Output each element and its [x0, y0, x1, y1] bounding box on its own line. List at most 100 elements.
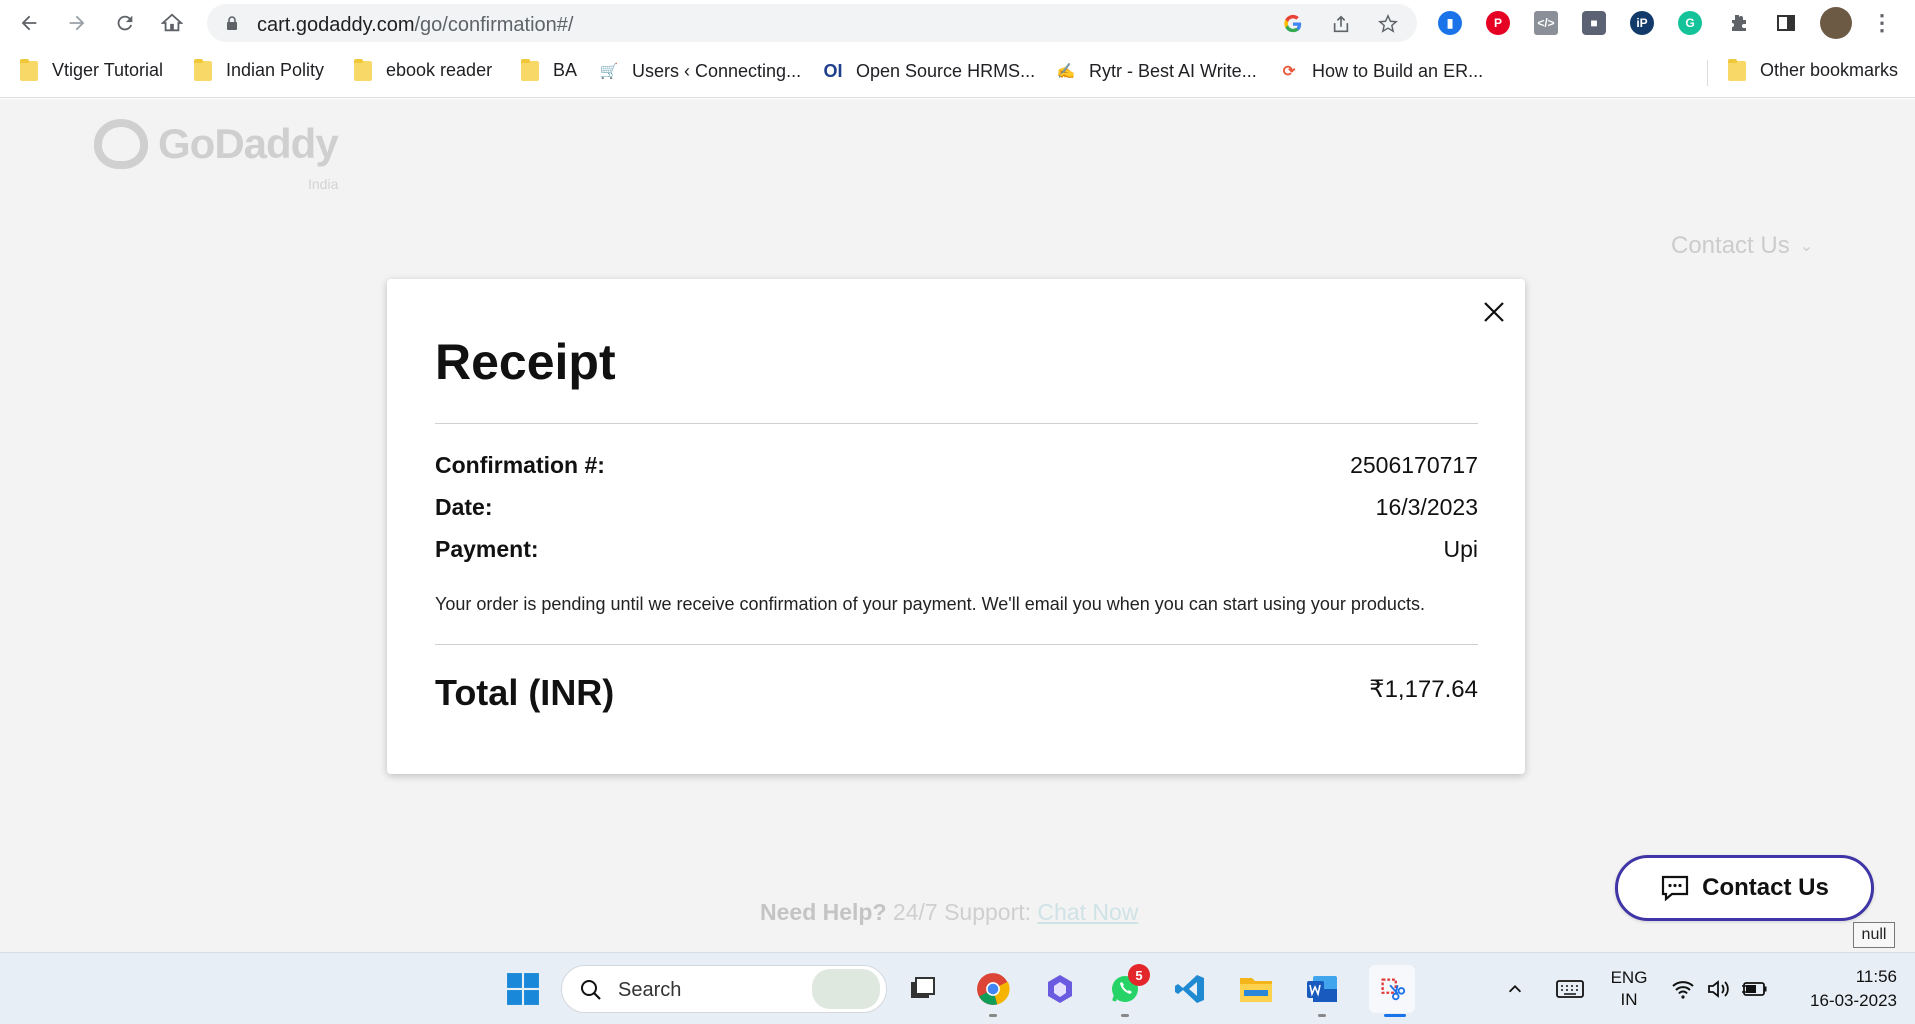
folder-icon — [1728, 58, 1746, 81]
bookmark-users-connecting[interactable]: 🛒 Users ‹ Connecting... — [598, 60, 801, 82]
bookmark-rytr[interactable]: ✍ Rytr - Best AI Write... — [1055, 60, 1257, 82]
help-prefix: Need Help? — [760, 899, 887, 925]
copilot-icon[interactable] — [1040, 969, 1080, 1009]
bookmark-open-source-hrms[interactable]: OI Open Source HRMS... — [822, 60, 1035, 82]
pen-hand-icon: ✍ — [1056, 63, 1076, 80]
payment-label: Payment: — [435, 536, 539, 562]
folder-icon — [20, 58, 38, 81]
side-panel-icon[interactable] — [1774, 11, 1798, 35]
back-icon[interactable] — [14, 8, 44, 38]
windows-start-icon[interactable] — [503, 969, 543, 1009]
grammarly-icon[interactable]: G — [1678, 11, 1702, 35]
folder-icon — [354, 58, 372, 81]
bookmarks-separator — [1707, 60, 1708, 86]
folder-icon — [194, 58, 212, 81]
task-view-icon[interactable] — [903, 969, 943, 1009]
home-icon[interactable] — [157, 8, 187, 38]
help-support: 24/7 Support: — [886, 899, 1038, 925]
language-indicator[interactable]: ENG IN — [1604, 968, 1654, 1010]
header-contact-label: Contact Us — [1671, 232, 1790, 259]
brand-region: India — [308, 176, 339, 192]
tooltip: null — [1853, 922, 1895, 948]
menu-dots-icon[interactable]: ⋮ — [1870, 10, 1894, 35]
snipping-tool-icon[interactable] — [1369, 965, 1415, 1013]
clock[interactable]: 11:56 16-03-2023 — [1787, 967, 1897, 1011]
wifi-icon[interactable] — [1670, 969, 1696, 1009]
profile-avatar[interactable] — [1820, 7, 1852, 39]
reload-icon[interactable] — [110, 8, 140, 38]
close-icon[interactable] — [1479, 297, 1509, 327]
help-line: Need Help? 24/7 Support: Chat Now — [760, 899, 1138, 926]
date-row: Date: 16/3/2023 — [435, 494, 1478, 524]
ip-extension-icon[interactable]: iP — [1630, 11, 1654, 35]
bookmark-star-icon[interactable] — [1377, 13, 1399, 35]
lock-icon — [227, 16, 237, 30]
cart-icon: 🛒 — [599, 63, 619, 80]
volume-icon[interactable] — [1705, 969, 1731, 1009]
region-code: IN — [1620, 990, 1638, 1009]
contact-us-button[interactable]: Contact Us — [1615, 855, 1874, 921]
confirmation-row: Confirmation #: 2506170717 — [435, 452, 1478, 482]
bookmark-extension-icon[interactable]: ▮ — [1438, 11, 1462, 35]
payment-row: Payment: Upi — [435, 536, 1478, 566]
battery-icon[interactable] — [1740, 969, 1768, 1009]
bookmark-ebook-reader[interactable]: ebook reader — [354, 58, 492, 81]
hrms-logo-icon: OI — [823, 60, 843, 81]
chevron-down-icon: ⌄ — [1799, 238, 1814, 255]
browser-toolbar: cart.godaddy.com/go/confirmation#/ ▮ P <… — [0, 0, 1915, 46]
share-icon[interactable] — [1330, 13, 1352, 35]
google-icon[interactable] — [1282, 13, 1304, 35]
address-bar[interactable]: cart.godaddy.com/go/confirmation#/ — [207, 4, 1417, 42]
word-icon[interactable] — [1302, 969, 1342, 1009]
forward-icon[interactable] — [62, 8, 92, 38]
chat-now-link[interactable]: Chat Now — [1037, 899, 1138, 925]
bookmark-indian-polity[interactable]: Indian Polity — [194, 58, 324, 81]
snipping-tool-active-indicator — [1384, 1014, 1406, 1017]
receipt-divider-bottom — [435, 644, 1478, 645]
taskbar-search-label: Search — [618, 979, 682, 1001]
search-icon — [581, 980, 601, 1000]
chevron-up-icon[interactable] — [1503, 969, 1527, 1009]
header-contact-menu[interactable]: Contact Us ⌄ — [1671, 232, 1813, 260]
puzzle-tile-icon[interactable]: ■ — [1582, 11, 1606, 35]
extensions-puzzle-icon[interactable] — [1726, 11, 1750, 35]
payment-value: Upi — [1443, 536, 1478, 562]
confirmation-value: 2506170717 — [1350, 452, 1478, 478]
file-explorer-icon[interactable] — [1236, 969, 1276, 1009]
bookmark-vtiger[interactable]: Vtiger Tutorial — [20, 58, 163, 81]
clock-date: 16-03-2023 — [1810, 991, 1897, 1010]
folder-icon — [521, 58, 539, 81]
keyboard-icon[interactable] — [1552, 969, 1588, 1009]
vscode-icon[interactable] — [1170, 969, 1210, 1009]
total-label: Total (INR) — [435, 672, 615, 713]
spiral-logo-icon: ⟳ — [1282, 63, 1296, 80]
confirmation-label: Confirmation #: — [435, 452, 605, 478]
godaddy-logo[interactable]: GoDaddy — [94, 119, 339, 169]
whatsapp-notification-badge: 5 — [1128, 964, 1150, 986]
bookmark-ba[interactable]: BA — [521, 58, 577, 81]
chrome-running-indicator — [989, 1014, 997, 1017]
date-value: 16/3/2023 — [1375, 494, 1478, 520]
contact-us-label: Contact Us — [1702, 874, 1829, 901]
other-bookmarks[interactable]: Other bookmarks — [1728, 58, 1898, 81]
pinterest-icon[interactable]: P — [1486, 11, 1510, 35]
receipt-modal: Receipt Confirmation #: 2506170717 Date:… — [387, 279, 1525, 774]
word-running-indicator — [1318, 1014, 1326, 1017]
payment-pending-note: Your order is pending until we receive c… — [435, 594, 1425, 614]
bookmarks-bar: Vtiger Tutorial Indian Polity ebook read… — [0, 46, 1915, 98]
chrome-taskbar-icon[interactable] — [973, 969, 1013, 1009]
whatsapp-running-indicator — [1121, 1014, 1129, 1017]
date-label: Date: — [435, 494, 493, 520]
brand-name: GoDaddy — [158, 120, 339, 167]
receipt-divider-top — [435, 423, 1478, 424]
taskbar-search[interactable]: Search — [561, 965, 887, 1013]
code-extension-icon[interactable]: </> — [1534, 11, 1558, 35]
chat-bubble-icon — [1662, 875, 1689, 902]
receipt-title: Receipt — [435, 334, 616, 390]
bookmark-how-to-build-er[interactable]: ⟳ How to Build an ER... — [1278, 60, 1483, 82]
clock-time: 11:56 — [1855, 967, 1897, 986]
total-value: ₹1,177.64 — [1369, 676, 1478, 703]
language-code: ENG — [1610, 968, 1648, 987]
taskbar: Search ENG IN 11:56 16-03-2023 — [0, 952, 1915, 1024]
url-text: cart.godaddy.com/go/confirmation#/ — [257, 14, 574, 36]
